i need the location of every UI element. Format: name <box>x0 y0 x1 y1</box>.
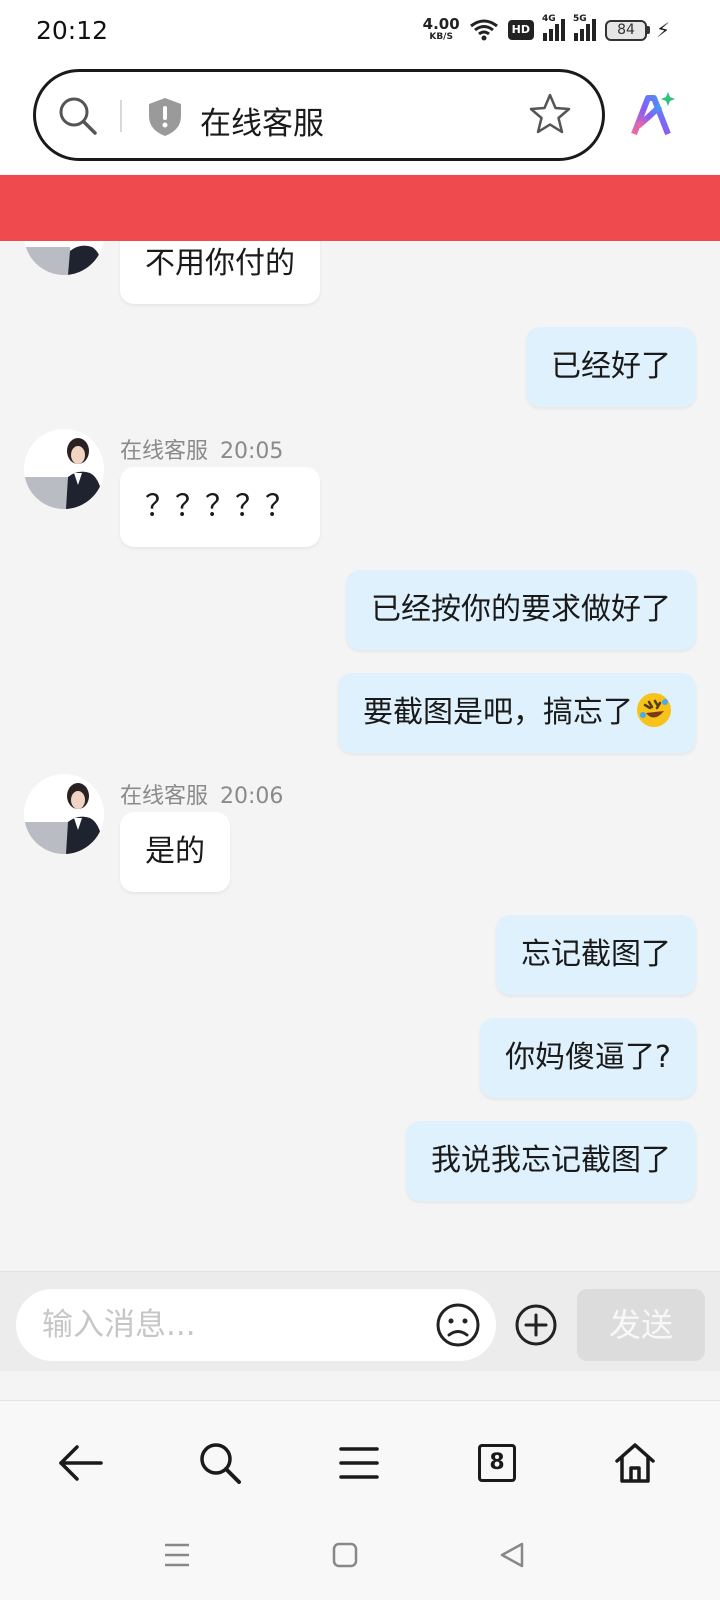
signal-4g-icon: 4G <box>542 14 565 41</box>
home-icon <box>615 1443 655 1483</box>
chat-bubble-outgoing: 要截图是吧，搞忘了 <box>338 673 696 753</box>
home-square-icon[interactable] <box>331 1541 359 1569</box>
chat-bubble-outgoing: 你妈傻逼了? <box>480 1018 696 1098</box>
agent-avatar[interactable] <box>24 241 104 275</box>
wifi-icon <box>469 19 498 41</box>
signal-5g-icon: 5G <box>573 14 596 41</box>
network-speed-unit: KB/S <box>429 32 453 42</box>
hd-voice-badge: HD <box>507 20 534 40</box>
message-text: 我说我忘记截图了 <box>431 1143 671 1178</box>
status-icons: 4.00 KB/S HD 4G 5G 84 <box>423 14 650 43</box>
battery-level: 84 <box>617 22 635 38</box>
security-shield-icon[interactable] <box>146 96 184 138</box>
agent-avatar[interactable] <box>24 774 104 854</box>
chat-bubble-incoming: 是的 <box>120 812 230 892</box>
agent-avatar-image <box>24 429 104 509</box>
menu-button[interactable] <box>331 1435 387 1491</box>
message-text: 是的 <box>145 834 205 869</box>
attach-plus-icon[interactable] <box>514 1303 558 1347</box>
message-text: 你妈傻逼了? <box>505 1040 671 1075</box>
chat-bubble-outgoing: 已经好了 <box>526 327 696 407</box>
message-header: 在线客服 20:06 <box>120 778 283 810</box>
menu-icon <box>339 1447 379 1479</box>
message-text: 要截图是吧，搞忘了 <box>363 695 633 730</box>
status-time: 20:12 <box>36 16 109 45</box>
ai-assistant-icon[interactable] <box>630 92 676 138</box>
chat-bubble-outgoing: 我说我忘记截图了 <box>406 1121 696 1201</box>
network-speed: 4.00 KB/S <box>423 17 460 43</box>
agent-avatar-image <box>24 774 104 854</box>
browser-toolbar: 在线客服 <box>0 64 720 174</box>
search-icon[interactable] <box>56 94 100 138</box>
home-button[interactable] <box>607 1435 663 1491</box>
agent-avatar-image <box>24 241 104 275</box>
back-triangle-icon[interactable] <box>498 1541 526 1569</box>
search-button[interactable] <box>192 1435 248 1491</box>
send-button[interactable]: 发送 <box>577 1289 705 1361</box>
message-input[interactable] <box>16 1289 496 1361</box>
message-text: 不用你付的 <box>145 246 295 281</box>
address-bar[interactable]: 在线客服 <box>33 69 605 161</box>
notice-banner <box>0 175 720 241</box>
chat-bubble-outgoing: 忘记截图了 <box>496 915 696 995</box>
status-bar: 20:12 4.00 KB/S HD 4G 5G 84 ⚡ <box>0 0 720 64</box>
message-composer: 发送 <box>0 1271 720 1371</box>
browser-bottom-nav: 8 <box>0 1400 720 1600</box>
message-text: 忘记截图了 <box>521 937 671 972</box>
message-header: 在线客服 20:05 <box>120 433 283 465</box>
back-arrow-icon <box>59 1445 103 1481</box>
sender-name: 在线客服 <box>120 439 209 464</box>
message-time: 20:06 <box>220 784 284 809</box>
message-text: ？？？？？ <box>145 489 295 524</box>
signal-4g-label: 4G <box>542 14 556 24</box>
system-nav-bar <box>0 1531 720 1581</box>
page-title[interactable]: 在线客服 <box>200 98 324 143</box>
tab-count-badge: 8 <box>478 1444 516 1482</box>
chat-bubble-incoming: ？？？？？ <box>120 467 320 547</box>
recent-apps-icon[interactable] <box>163 1541 191 1569</box>
network-speed-value: 4.00 <box>422 15 460 33</box>
message-time: 20:05 <box>220 439 284 464</box>
sender-name: 在线客服 <box>120 784 209 809</box>
address-bar-divider <box>120 100 122 132</box>
message-text: 已经按你的要求做好了 <box>371 592 671 627</box>
battery-icon: 84 <box>605 19 650 41</box>
charging-icon: ⚡ <box>655 18 670 42</box>
search-icon <box>200 1443 241 1484</box>
chat-bubble-incoming: 不用你付的 <box>120 241 320 304</box>
rolling-on-floor-laughing-emoji <box>637 693 671 727</box>
agent-avatar[interactable] <box>24 429 104 509</box>
back-button[interactable] <box>53 1435 109 1491</box>
bookmark-star-icon[interactable] <box>528 92 572 136</box>
tabs-button[interactable]: 8 <box>469 1435 525 1491</box>
chat-bubble-outgoing: 已经按你的要求做好了 <box>346 570 696 650</box>
message-text: 已经好了 <box>551 349 671 384</box>
chat-message-list[interactable]: 不用你付的 已经好了 在线客服 20:05 ？？？？？ 已经按你的要求做好了 要截… <box>0 241 720 1271</box>
signal-5g-label: 5G <box>573 14 587 24</box>
emoji-picker-icon[interactable] <box>435 1302 481 1348</box>
